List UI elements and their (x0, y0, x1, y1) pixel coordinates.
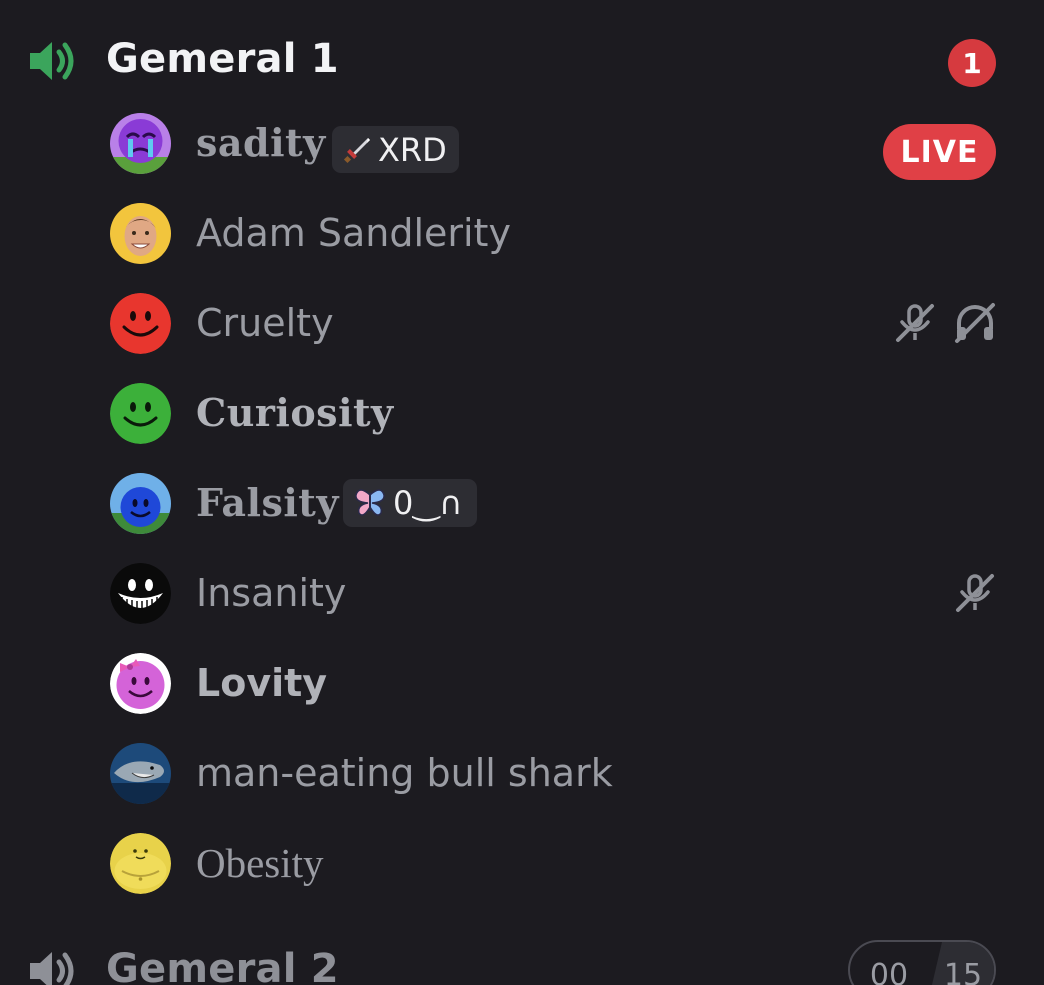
voice-member-obesity[interactable]: Obesity (0, 818, 1044, 908)
live-badge[interactable]: LIVE (883, 124, 996, 180)
muted-mic-icon (956, 574, 994, 612)
clan-tag-text: XRD (378, 130, 447, 169)
channel-name: Gemeral 1 (106, 36, 339, 82)
channel-name: Gemeral 2 (106, 946, 339, 985)
voice-member-insanity[interactable]: Insanity (0, 548, 1044, 638)
username: Insanity (196, 571, 347, 615)
muted-mic-icon (896, 304, 934, 342)
user-limit: 15 (928, 942, 994, 985)
voice-member-adam-sandlerity[interactable]: Adam Sandlerity (0, 188, 1044, 278)
username: Curiosity (196, 390, 394, 435)
avatar (110, 473, 171, 534)
avatar (110, 293, 171, 354)
avatar (110, 383, 171, 444)
speaker-icon (30, 42, 74, 80)
username: sadity (196, 120, 326, 165)
butterfly-icon (353, 487, 387, 519)
username: Obesity (196, 840, 324, 886)
clan-tag: 0‿∩ (343, 479, 477, 527)
voice-member-curiosity[interactable]: Curiosity (0, 368, 1044, 458)
voice-channel-gemeral-1[interactable]: Gemeral 1 1 (0, 8, 1044, 98)
unread-badge: 1 (948, 39, 996, 87)
avatar (110, 833, 171, 894)
sword-icon (342, 135, 372, 165)
avatar (110, 203, 171, 264)
voice-member-man-eating-bull-shark[interactable]: man-eating bull shark (0, 728, 1044, 818)
username: Cruelty (196, 301, 334, 345)
voice-member-lovity[interactable]: Lovity (0, 638, 1044, 728)
voice-channel-list: Gemeral 1 1 sadity XRD LIVE Adam Sandler… (0, 0, 1044, 985)
voice-member-falsity[interactable]: Falsity 0‿∩ (0, 458, 1044, 548)
user-count: 00 (869, 957, 909, 985)
deafened-headphones-icon (955, 303, 995, 343)
voice-member-sadity[interactable]: sadity XRD LIVE (0, 98, 1044, 188)
avatar (110, 743, 171, 804)
speaker-icon (30, 952, 74, 985)
username: Falsity (196, 480, 339, 525)
voice-member-cruelty[interactable]: Cruelty (0, 278, 1044, 368)
avatar (110, 653, 171, 714)
username: Adam Sandlerity (196, 211, 511, 255)
avatar (110, 113, 171, 174)
clan-tag: XRD (332, 126, 459, 173)
username: man-eating bull shark (196, 751, 613, 795)
username: Lovity (196, 661, 328, 705)
user-limit-counter: 00 15 (848, 940, 996, 985)
clan-tag-text: 0‿∩ (393, 484, 463, 522)
avatar (110, 563, 171, 624)
